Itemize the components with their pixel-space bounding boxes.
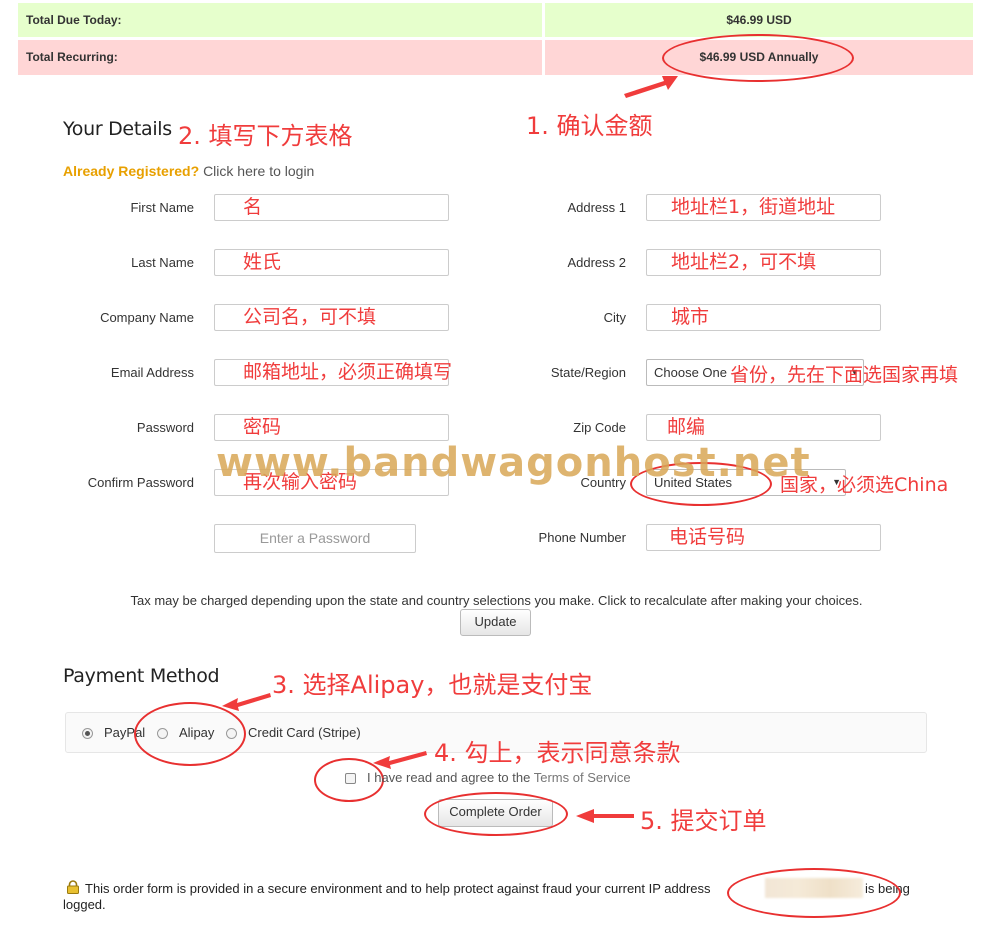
label-last-name: Last Name — [131, 255, 194, 270]
arrow-icon — [624, 76, 678, 98]
annotation-step1: 1. 确认金额 — [526, 112, 653, 140]
annotation-address2: 地址栏2，可不填 — [671, 251, 817, 273]
email-address-input[interactable]: 邮箱地址，必须正确填写 — [214, 359, 453, 386]
lock-icon — [67, 880, 79, 894]
annotation-step2: 2. 填写下方表格 — [178, 122, 353, 150]
annotation-state: 省份，先在下面选国家再填 — [730, 364, 959, 386]
label-email-address: Email Address — [110, 365, 194, 380]
total-recurring-label: Total Recurring: — [18, 40, 542, 75]
annotation-step4: 4. 勾上，表示同意条款 — [434, 739, 681, 767]
label-first-name: First Name — [130, 200, 194, 215]
secure-notice-logged: logged. — [63, 897, 106, 912]
annotation-step5: 5. 提交订单 — [640, 807, 767, 835]
annotation-company: 公司名，可不填 — [243, 306, 377, 328]
highlight-circle-amount — [662, 34, 854, 82]
annotation-first-name: 名 — [243, 196, 263, 218]
login-link[interactable]: Click here to login — [203, 163, 314, 179]
label-phone-number: Phone Number — [538, 530, 626, 545]
address-1-input[interactable]: 地址栏1，街道地址 — [646, 194, 881, 221]
first-name-input[interactable]: 名 — [214, 194, 449, 221]
label-confirm-password: Confirm Password — [87, 475, 194, 490]
payment-option-credit-card[interactable]: Credit Card (Stripe) — [248, 725, 361, 740]
secure-notice: This order form is provided in a secure … — [85, 881, 711, 896]
label-state-region: State/Region — [550, 365, 626, 380]
annotation-phone: 电话号码 — [669, 526, 746, 548]
tos-text: I have read and agree to the — [367, 770, 531, 785]
state-selected-value: Choose One — [654, 365, 727, 380]
phone-number-input[interactable]: 电话号码 — [646, 524, 881, 551]
highlight-circle-complete — [424, 792, 568, 836]
section-heading-payment-method: Payment Method — [63, 665, 220, 687]
highlight-circle-alipay — [134, 702, 246, 766]
tos-line: I have read and agree to the Terms of Se… — [367, 770, 631, 785]
last-name-input[interactable]: 姓氏 — [214, 249, 449, 276]
annotation-email: 邮箱地址，必须正确填写 — [243, 361, 453, 383]
total-due-value: $46.99 USD — [545, 3, 973, 37]
already-registered-line: Already Registered? Click here to login — [63, 163, 314, 179]
watermark-text: www.bandwagonhost.net — [216, 440, 811, 486]
password-input[interactable]: 密码 — [214, 414, 449, 441]
label-zip-code: Zip Code — [573, 420, 626, 435]
label-address-2: Address 2 — [567, 255, 626, 270]
arrow-icon — [373, 751, 427, 769]
already-registered-text: Already Registered? — [63, 163, 200, 179]
tos-link[interactable]: Terms of Service — [534, 770, 631, 785]
section-heading-your-details: Your Details — [63, 118, 172, 140]
label-password: Password — [136, 420, 194, 435]
annotation-zip: 邮编 — [667, 416, 706, 438]
arrow-icon — [576, 809, 634, 823]
total-due-label: Total Due Today: — [18, 3, 542, 37]
radio-paypal[interactable] — [82, 728, 93, 739]
zip-code-input[interactable]: 邮编 — [646, 414, 881, 441]
city-input[interactable]: 城市 — [646, 304, 881, 331]
address-2-input[interactable]: 地址栏2，可不填 — [646, 249, 881, 276]
highlight-circle-ip — [727, 868, 901, 918]
label-company-name: Company Name — [100, 310, 194, 325]
annotation-address1: 地址栏1，街道地址 — [671, 196, 836, 218]
company-name-input[interactable]: 公司名，可不填 — [214, 304, 449, 331]
annotation-password: 密码 — [243, 416, 282, 438]
label-city: City — [603, 310, 626, 325]
annotation-last-name: 姓氏 — [243, 251, 282, 273]
update-button[interactable]: Update — [460, 609, 531, 636]
annotation-step3: 3. 选择Alipay，也就是支付宝 — [272, 671, 593, 699]
password-strength-box: Enter a Password — [214, 524, 416, 553]
tax-note: Tax may be charged depending upon the st… — [130, 593, 863, 608]
annotation-city: 城市 — [671, 306, 710, 328]
label-address-1: Address 1 — [567, 200, 626, 215]
